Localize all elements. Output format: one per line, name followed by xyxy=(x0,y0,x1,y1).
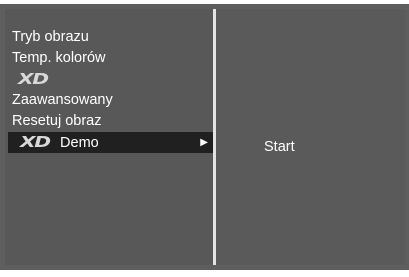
right-triangle-icon: ▶ xyxy=(200,137,208,148)
menu-item-resetuj-obraz[interactable]: Resetuj obraz xyxy=(8,111,213,132)
picture-menu: Tryb obrazu Temp. kolorów XD Zaawansowan… xyxy=(8,27,216,153)
menu-item-label: Temp. kolorów xyxy=(12,50,106,66)
submenu-panel: Start xyxy=(216,9,405,265)
menu-item-label: Demo xyxy=(60,135,99,151)
main-menu-panel: Tryb obrazu Temp. kolorów XD Zaawansowan… xyxy=(5,9,216,265)
menu-item-xd[interactable]: XD xyxy=(8,69,213,90)
submenu-item-start[interactable]: Start xyxy=(264,139,295,155)
xd-logo: XD xyxy=(20,133,51,151)
menu-item-label: Tryb obrazu xyxy=(12,29,89,45)
picture-menu-frame: Tryb obrazu Temp. kolorów XD Zaawansowan… xyxy=(0,4,409,270)
menu-item-zaawansowany[interactable]: Zaawansowany xyxy=(8,90,213,111)
menu-item-xd-demo[interactable]: XD Demo ▶ xyxy=(8,132,216,153)
xd-logo: XD xyxy=(18,70,49,88)
menu-item-tryb-obrazu[interactable]: Tryb obrazu xyxy=(8,27,213,48)
menu-item-label: Resetuj obraz xyxy=(12,113,102,129)
menu-item-label: Zaawansowany xyxy=(12,92,113,108)
menu-item-temp-kolorow[interactable]: Temp. kolorów xyxy=(8,48,213,69)
submenu-item-label: Start xyxy=(264,139,295,155)
